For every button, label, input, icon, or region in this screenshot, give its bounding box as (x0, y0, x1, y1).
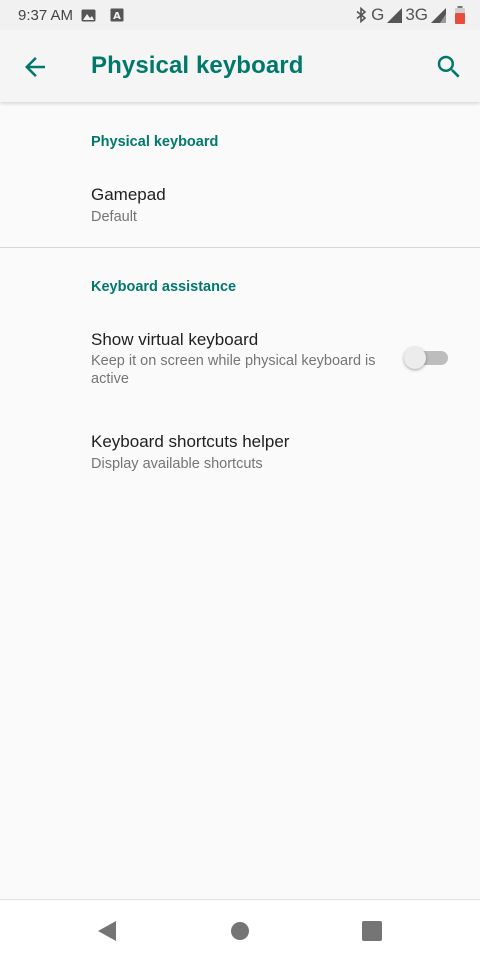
image-icon (81, 9, 96, 21)
gamepad-preference[interactable]: Gamepad Default (0, 170, 480, 246)
home-icon (231, 922, 249, 940)
bluetooth-icon (356, 7, 367, 23)
arrow-back-icon (25, 57, 45, 77)
keyboard-shortcuts-helper-summary: Display available shortcuts (91, 456, 263, 472)
section-header-physical-keyboard: Physical keyboard (91, 134, 219, 150)
show-virtual-keyboard-toggle[interactable] (404, 346, 448, 370)
show-virtual-keyboard-title: Show virtual keyboard (91, 330, 259, 349)
toggle-thumb (404, 347, 426, 369)
show-virtual-keyboard-summary: Keep it on screen while physical keyboar… (91, 353, 376, 387)
network-type-1: G (371, 5, 385, 24)
keyboard-shortcuts-helper-preference[interactable]: Keyboard shortcuts helper Display availa… (0, 418, 480, 490)
page-title: Physical keyboard (91, 52, 304, 79)
signal-icon (431, 7, 446, 23)
status-time: 9:37 AM (18, 6, 74, 24)
nav-recents-button[interactable] (360, 919, 384, 943)
nav-home-button[interactable] (228, 919, 252, 943)
network-type-2: 3G (405, 5, 428, 24)
keyboard-shortcuts-helper-title: Keyboard shortcuts helper (91, 432, 290, 451)
search-icon (437, 55, 460, 78)
gamepad-summary: Default (91, 209, 137, 225)
a-icon: A (110, 8, 124, 22)
recents-icon (362, 921, 382, 941)
signal-icon (387, 7, 403, 23)
navigation-bar (0, 899, 480, 961)
gamepad-title: Gamepad (91, 185, 166, 204)
search-button[interactable] (434, 52, 464, 82)
section-divider (0, 247, 480, 248)
nav-back-button[interactable] (95, 919, 119, 943)
back-icon (98, 921, 116, 941)
back-button[interactable] (20, 52, 50, 82)
app-bar: Physical keyboard (0, 30, 480, 102)
svg-text:A: A (113, 11, 121, 22)
status-bar: 9:37 AM A G 3G (0, 0, 480, 30)
section-header-keyboard-assistance: Keyboard assistance (91, 279, 237, 295)
battery-icon (455, 6, 465, 24)
